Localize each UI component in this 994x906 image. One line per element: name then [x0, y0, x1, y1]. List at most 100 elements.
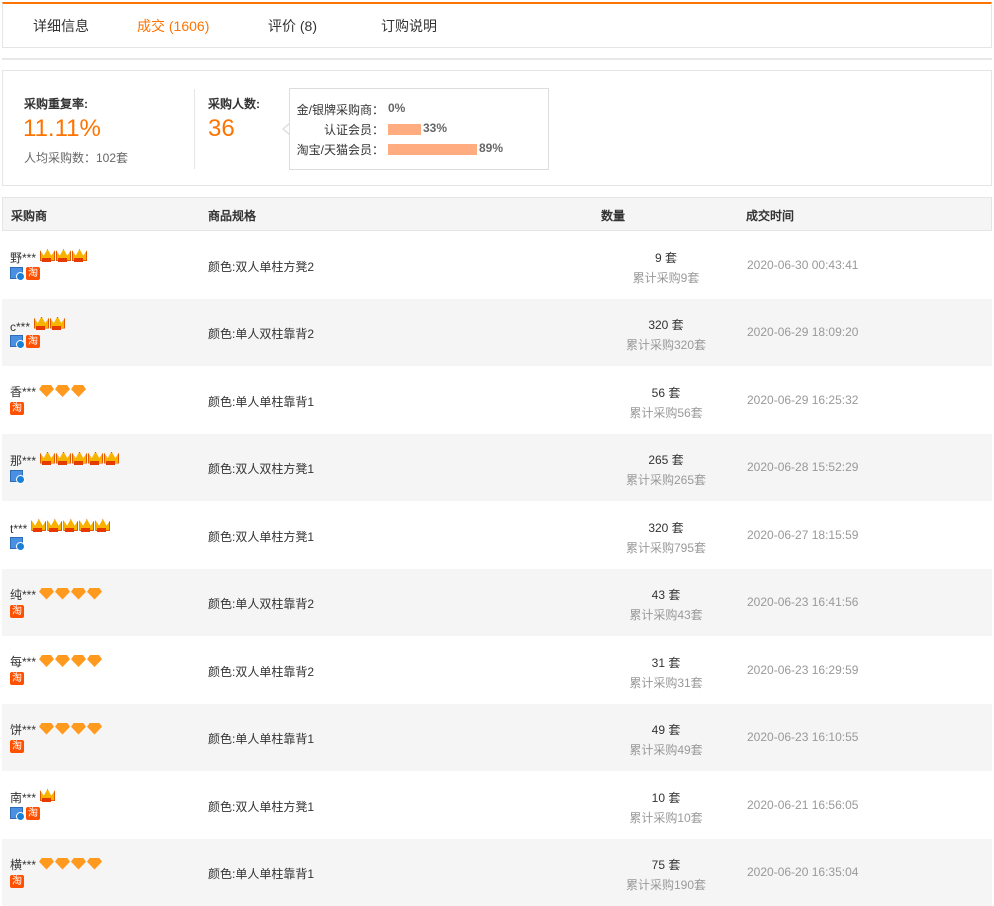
diamond-icon: [87, 655, 102, 667]
crown-icon: [87, 451, 102, 466]
time-cell: 2020-06-23 16:29:59: [747, 663, 858, 677]
diamond-icon: [39, 858, 54, 870]
crown-icon: [30, 518, 45, 533]
buyer-name[interactable]: 饼***: [10, 721, 36, 738]
table-header: 采购商 商品规格 数量 成交时间: [2, 197, 992, 231]
qty-value: 43 套: [562, 586, 770, 603]
buyer-cell: t***: [10, 518, 110, 536]
tab-details[interactable]: 详细信息: [33, 16, 89, 36]
qty-cell: 43 套累计采购43套: [562, 586, 770, 623]
spec-cell: 颜色:单人双柱靠背2: [208, 325, 314, 342]
taobao-badge-icon[interactable]: 淘: [26, 335, 40, 348]
qty-total: 累计采购49套: [562, 741, 770, 758]
diamond-icon: [39, 385, 54, 397]
qty-value: 56 套: [562, 384, 770, 401]
taobao-badge-icon[interactable]: 淘: [10, 740, 24, 753]
diamond-icon: [71, 385, 86, 397]
taobao-badge-icon[interactable]: 淘: [26, 267, 40, 280]
buyer-cell: 那***: [10, 451, 119, 469]
buyer-name[interactable]: t***: [10, 522, 27, 536]
tab-reviews[interactable]: 评价 (8): [268, 16, 317, 36]
qty-total: 累计采购320套: [562, 336, 770, 353]
crown-icon: [62, 518, 77, 533]
avg-purchase: 人均采购数：102套: [24, 149, 128, 166]
buyer-name[interactable]: 香***: [10, 383, 36, 400]
qty-total: 累计采购56套: [562, 404, 770, 421]
verified-id-icon[interactable]: [10, 537, 23, 549]
buyer-name[interactable]: 纯***: [10, 586, 36, 603]
diamond-icon: [55, 858, 70, 870]
buyer-level: [39, 248, 87, 266]
crown-icon: [49, 316, 64, 331]
stats-panel: 采购重复率: 11.11% 人均采购数：102套 采购人数: 36 金/银牌采购…: [2, 70, 992, 186]
buyer-badges: 淘: [10, 672, 24, 686]
buyer-cell: c***: [10, 316, 65, 334]
buyer-name[interactable]: 每***: [10, 653, 36, 670]
table-row: 那***颜色:双人双柱方凳1265 套累计采购265套2020-06-28 15…: [2, 434, 992, 502]
time-cell: 2020-06-30 00:43:41: [747, 258, 858, 272]
buyer-name[interactable]: 南***: [10, 789, 36, 806]
spec-cell: 颜色:双人单柱方凳2: [208, 258, 314, 275]
diamond-icon: [39, 723, 54, 735]
verified-id-icon[interactable]: [10, 470, 23, 482]
buyer-level: [39, 385, 87, 400]
header-time: 成交时间: [746, 207, 794, 224]
buyer-badges: [10, 537, 26, 552]
time-cell: 2020-06-29 16:25:32: [747, 393, 858, 407]
qty-value: 10 套: [562, 789, 770, 806]
repeat-rate-label: 采购重复率:: [24, 95, 88, 112]
diamond-icon: [55, 723, 70, 735]
buyer-name[interactable]: 野***: [10, 249, 36, 266]
taobao-badge-icon[interactable]: 淘: [10, 672, 24, 685]
verified-id-icon[interactable]: [10, 807, 23, 819]
buyer-name[interactable]: 横***: [10, 856, 36, 873]
taobao-badge-icon[interactable]: 淘: [10, 875, 24, 888]
qty-value: 9 套: [562, 249, 770, 266]
table-row: 饼***淘颜色:单人单柱靠背149 套累计采购49套2020-06-23 16:…: [2, 704, 992, 772]
taobao-badge-icon[interactable]: 淘: [10, 402, 24, 415]
diamond-icon: [87, 588, 102, 600]
time-cell: 2020-06-20 16:35:04: [747, 865, 858, 879]
time-cell: 2020-06-29 18:09:20: [747, 325, 858, 339]
buyer-name[interactable]: c***: [10, 320, 30, 334]
crown-icon: [39, 451, 54, 466]
buyer-name[interactable]: 那***: [10, 452, 36, 469]
dist-bar: [388, 124, 421, 135]
buyer-cell: 纯***: [10, 586, 103, 603]
buyer-level: [39, 858, 103, 873]
diamond-icon: [71, 655, 86, 667]
diamond-icon: [71, 723, 86, 735]
tab-bar: 详细信息 成交 (1606) 评价 (8) 订购说明: [2, 2, 992, 48]
qty-value: 31 套: [562, 654, 770, 671]
header-buyer: 采购商: [11, 207, 47, 224]
qty-total: 累计采购43套: [562, 606, 770, 623]
qty-total: 累计采购31套: [562, 674, 770, 691]
table-row: 纯***淘颜色:单人双柱靠背243 套累计采购43套2020-06-23 16:…: [2, 569, 992, 637]
buyer-level: [39, 451, 119, 469]
crown-icon: [94, 518, 109, 533]
taobao-badge-icon[interactable]: 淘: [26, 807, 40, 820]
buyer-badges: 淘: [10, 605, 24, 619]
verified-id-icon[interactable]: [10, 335, 23, 347]
buyer-distribution: 金/银牌采购商： 0% 认证会员： 33% 淘宝/天猫会员： 89%: [289, 88, 549, 170]
buyer-level: [30, 518, 110, 536]
buyer-cell: 横***: [10, 856, 103, 873]
buyer-level: [39, 655, 103, 670]
dist-percent: 89%: [479, 141, 503, 155]
qty-cell: 49 套累计采购49套: [562, 721, 770, 758]
tab-order-notes[interactable]: 订购说明: [381, 16, 437, 36]
buyer-badges: 淘: [10, 875, 24, 889]
qty-value: 320 套: [562, 316, 770, 333]
crown-icon: [39, 788, 54, 803]
spec-cell: 颜色:双人双柱方凳1: [208, 460, 314, 477]
verified-id-icon[interactable]: [10, 267, 23, 279]
buyer-cell: 南***: [10, 788, 55, 806]
time-cell: 2020-06-23 16:10:55: [747, 730, 858, 744]
diamond-icon: [55, 385, 70, 397]
buyer-level: [39, 723, 103, 738]
crown-icon: [55, 248, 70, 263]
taobao-badge-icon[interactable]: 淘: [10, 605, 24, 618]
buyer-level: [33, 316, 65, 334]
tab-transactions[interactable]: 成交 (1606): [137, 16, 209, 36]
time-cell: 2020-06-28 15:52:29: [747, 460, 858, 474]
